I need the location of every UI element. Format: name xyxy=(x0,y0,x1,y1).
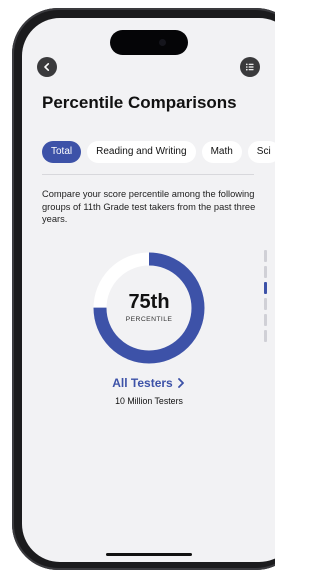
group-link[interactable]: All Testers xyxy=(76,375,222,391)
group-label: All Testers xyxy=(112,376,173,390)
tab-bar: Total Reading and Writing Math Sci xyxy=(42,141,275,163)
tab-science[interactable]: Sci xyxy=(247,141,275,163)
pager-segment[interactable] xyxy=(264,298,267,310)
tab-math[interactable]: Math xyxy=(201,141,242,163)
pager-segment[interactable] xyxy=(264,250,267,262)
divider xyxy=(42,174,254,175)
list-icon xyxy=(246,63,254,71)
percentile-value: 75th xyxy=(128,291,170,313)
pager-segment[interactable] xyxy=(264,314,267,326)
chevron-right-icon xyxy=(177,378,184,388)
back-button[interactable] xyxy=(37,57,57,77)
description-text: Compare your score percentile among the … xyxy=(42,189,256,224)
group-pager[interactable] xyxy=(264,250,268,346)
pager-segment[interactable] xyxy=(264,266,267,278)
page-title: Percentile Comparisons xyxy=(42,93,237,112)
pager-segment[interactable] xyxy=(264,330,267,342)
app-screen: Percentile Comparisons Total Reading and… xyxy=(22,18,275,562)
stage: Percentile Comparisons Total Reading and… xyxy=(0,0,275,571)
tab-total[interactable]: Total xyxy=(42,141,82,163)
group-count: 10 Million Testers xyxy=(115,396,183,406)
camera-dot xyxy=(159,39,166,46)
pager-segment[interactable] xyxy=(264,282,267,294)
tab-reading-and-writing[interactable]: Reading and Writing xyxy=(87,141,196,163)
percentile-caption: PERCENTILE xyxy=(125,316,173,323)
chevron-left-icon xyxy=(44,63,50,71)
menu-button[interactable] xyxy=(240,57,260,77)
home-indicator[interactable] xyxy=(106,553,192,556)
dynamic-island xyxy=(110,30,188,55)
